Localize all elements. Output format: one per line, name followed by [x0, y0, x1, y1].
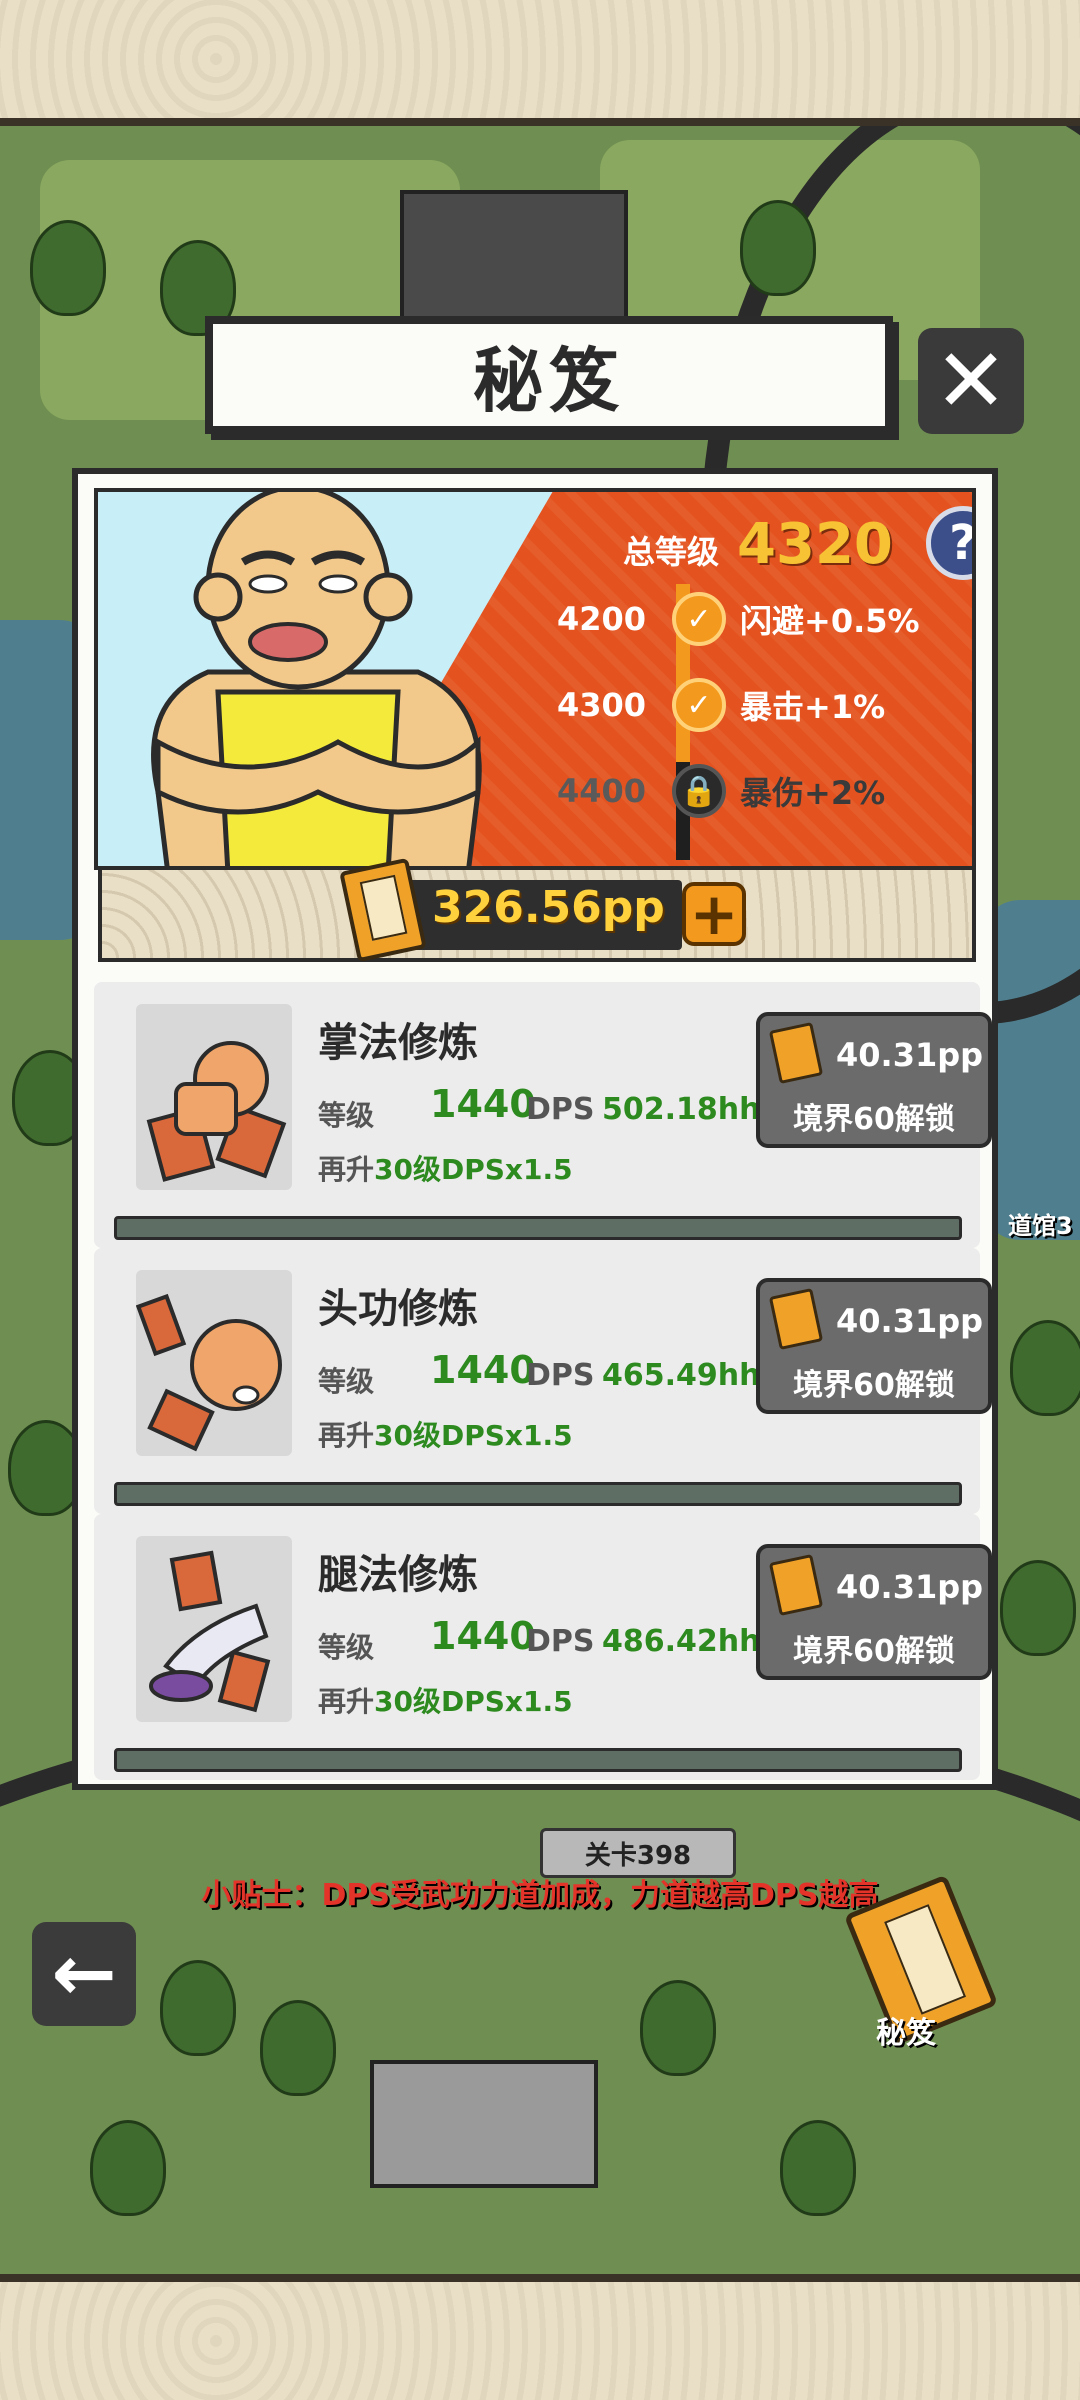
back-arrow-icon: ←	[51, 1929, 117, 2019]
upgrade-button[interactable]: 40.31pp 境界60解锁	[756, 1012, 992, 1148]
skill-level-label: 等级	[318, 1099, 375, 1132]
skill-dps: 502.18hh	[602, 1092, 761, 1127]
total-level-value: 4320	[737, 512, 893, 577]
secret-book-icon	[768, 1022, 824, 1084]
page-title: 秘笈	[473, 339, 625, 422]
skill-card-head: 头功修炼 等级 1440 DPS 465.49hh 再升30级DPSx1.5 4…	[94, 1248, 992, 1514]
top-border	[0, 0, 1080, 126]
skill-next-bonus: 再升30级DPSx1.5	[318, 1419, 573, 1452]
pp-balance-bar: 326.56pp +	[98, 857, 976, 963]
skill-card-leg: 腿法修炼 等级 1440 DPS 486.42hh 再升30级DPSx1.5 4…	[94, 1514, 992, 1780]
check-icon: ✓	[672, 592, 726, 646]
skill-level: 1440	[430, 1614, 536, 1658]
skill-dps-label: DPS	[526, 1624, 595, 1659]
milestone-level: 4300	[556, 686, 646, 724]
milestone-level: 4400	[556, 772, 646, 810]
secret-book-icon	[339, 857, 427, 963]
total-level: 总等级 4320	[623, 512, 893, 577]
level-header: 总等级 4320 ? 4200 ✓ 闪避+0.5% 4300 ✓ 暴击+1% 4…	[94, 488, 976, 870]
skill-card-palm: 掌法修炼 等级 1440 DPS 502.18hh 再升30级DPSx1.5 4…	[94, 982, 992, 1248]
unlock-requirement: 境界60解锁	[793, 1634, 955, 1669]
secret-manual-button[interactable]: 秘笈	[836, 1874, 1016, 2051]
skill-level: 1440	[430, 1348, 536, 1392]
close-icon: ✕	[934, 329, 1008, 432]
title-banner: 秘笈	[205, 316, 893, 434]
skill-dps-label: DPS	[526, 1358, 595, 1393]
add-pp-button[interactable]: +	[682, 882, 746, 946]
back-button[interactable]: ←	[32, 1922, 136, 2026]
palm-skill-icon	[136, 1004, 292, 1190]
skill-next-bonus: 再升30级DPSx1.5	[318, 1153, 573, 1186]
skill-level-label: 等级	[318, 1365, 375, 1398]
close-button[interactable]: ✕	[918, 328, 1024, 434]
head-skill-icon	[135, 1270, 292, 1456]
skill-next-bonus: 再升30级DPSx1.5	[318, 1685, 573, 1718]
skill-name: 腿法修炼	[318, 1552, 478, 1598]
skill-name: 掌法修炼	[318, 1020, 478, 1066]
bottom-border	[0, 2274, 1080, 2400]
side-location-label: 道馆3	[1008, 1212, 1073, 1240]
milestone-4200: 4200 ✓ 闪避+0.5%	[538, 592, 920, 646]
upgrade-cost: 40.31pp	[836, 1036, 984, 1074]
skill-progress-bar	[114, 1748, 962, 1772]
skill-progress-bar	[114, 1216, 962, 1240]
upgrade-button[interactable]: 40.31pp 境界60解锁	[756, 1544, 992, 1680]
milestone-bonus: 闪避+0.5%	[740, 602, 920, 640]
milestone-bonus: 暴击+1%	[740, 688, 886, 726]
upgrade-button[interactable]: 40.31pp 境界60解锁	[756, 1278, 992, 1414]
help-icon: ?	[949, 515, 976, 571]
secret-book-icon	[768, 1554, 824, 1616]
plus-icon: +	[689, 880, 739, 948]
upgrade-cost: 40.31pp	[836, 1568, 984, 1606]
skill-dps-label: DPS	[526, 1092, 595, 1127]
skill-level: 1440	[430, 1082, 536, 1126]
check-icon: ✓	[672, 678, 726, 732]
unlock-requirement: 境界60解锁	[793, 1102, 955, 1137]
leg-skill-icon	[136, 1536, 292, 1722]
skill-progress-bar	[114, 1482, 962, 1506]
unlock-requirement: 境界60解锁	[793, 1368, 955, 1403]
monk-portrait	[151, 492, 482, 866]
pp-value: 326.56pp	[432, 882, 665, 933]
milestone-4300: 4300 ✓ 暴击+1%	[538, 678, 885, 732]
skill-level-label: 等级	[318, 1631, 375, 1664]
skill-name: 头功修炼	[318, 1286, 478, 1332]
skill-dps: 465.49hh	[602, 1358, 761, 1393]
total-level-label: 总等级	[623, 533, 720, 571]
secret-manual-panel: 总等级 4320 ? 4200 ✓ 闪避+0.5% 4300 ✓ 暴击+1% 4…	[72, 468, 998, 1790]
skill-dps: 486.42hh	[602, 1624, 761, 1659]
milestone-bonus: 暴伤+2%	[740, 774, 886, 812]
lock-icon: 🔒	[672, 764, 726, 818]
secret-book-icon	[768, 1288, 824, 1350]
milestone-4400: 4400 🔒 暴伤+2%	[538, 764, 885, 818]
secret-manual-label: 秘笈	[876, 2016, 936, 2051]
upgrade-cost: 40.31pp	[836, 1302, 984, 1340]
milestone-level: 4200	[556, 600, 646, 638]
